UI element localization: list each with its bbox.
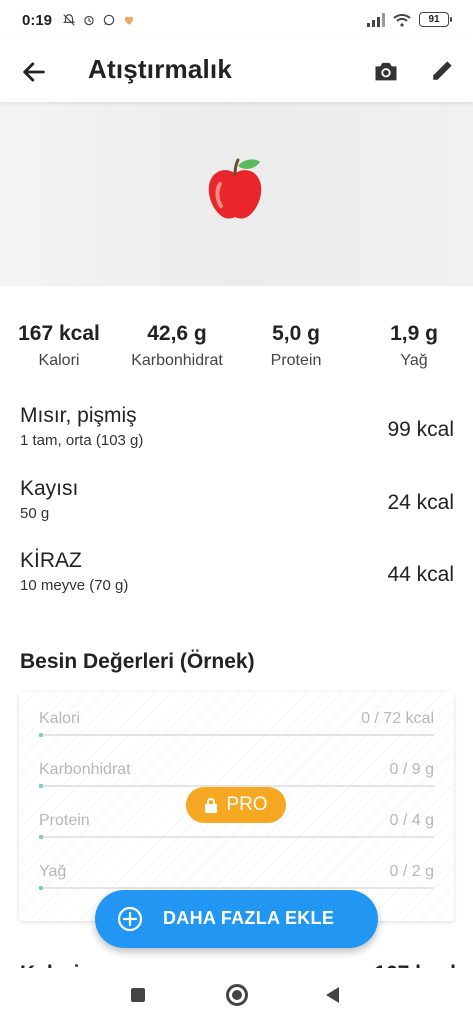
add-more-label: DAHA FAZLA EKLE: [163, 908, 335, 928]
alarm-icon: [84, 15, 94, 26]
lock-icon: [205, 798, 218, 813]
summary-calories: 167 kcal Kalori: [18, 322, 100, 369]
page-title: Atıştırmalık: [88, 54, 233, 84]
macro-summary: 167 kcal Kalori 42,6 g Karbonhidrat 5,0 …: [0, 322, 473, 382]
progress-bar: [39, 886, 434, 890]
app-bar: Atıştırmalık: [0, 40, 473, 102]
status-bar: 0:19 91: [0, 0, 473, 40]
food-kcal: 44 kcal: [387, 563, 454, 586]
add-more-button[interactable]: DAHA FAZLA EKLE: [95, 890, 378, 948]
food-kcal: 24 kcal: [387, 491, 454, 514]
pencil-icon[interactable]: [430, 57, 456, 83]
progress-bar: [39, 835, 434, 839]
list-item[interactable]: Mısır, pişmiş 1 tam, orta (103 g) 99 kca…: [20, 404, 456, 458]
notifications-off-icon: [62, 14, 76, 26]
whatsapp-icon: [103, 14, 115, 26]
summary-carbs: 42,6 g Karbonhidrat: [131, 322, 223, 369]
signal-icon: [367, 12, 385, 27]
wifi-icon: [393, 13, 411, 27]
arrow-left-icon[interactable]: [20, 58, 48, 86]
summary-fat: 1,9 g Yağ: [390, 322, 438, 369]
nutrition-section-title: Besin Değerleri (Örnek): [20, 650, 255, 673]
list-item[interactable]: Kayısı 50 g 24 kcal: [20, 477, 456, 531]
pro-label: PRO: [226, 794, 268, 815]
camera-icon[interactable]: [372, 57, 400, 85]
meal-photo-area[interactable]: [0, 102, 473, 286]
health-icon: [124, 16, 134, 25]
home-icon[interactable]: [226, 984, 248, 1006]
nutrient-row-calories: Kalori 0 / 72 kcal: [39, 710, 434, 750]
list-item[interactable]: KİRAZ 10 meyve (70 g) 44 kcal: [20, 549, 456, 603]
apple-icon: [208, 158, 262, 219]
progress-bar: [39, 733, 434, 737]
food-kcal: 99 kcal: [387, 418, 454, 441]
system-nav-bar: [0, 968, 473, 1024]
pro-badge-button[interactable]: PRO: [186, 787, 286, 823]
recents-icon[interactable]: [131, 988, 145, 1002]
status-time: 0:19: [22, 11, 53, 29]
add-circle-icon: [117, 906, 143, 932]
battery-icon: 91: [419, 12, 452, 27]
summary-protein: 5,0 g Protein: [270, 322, 322, 369]
back-triangle-icon[interactable]: [326, 987, 339, 1003]
